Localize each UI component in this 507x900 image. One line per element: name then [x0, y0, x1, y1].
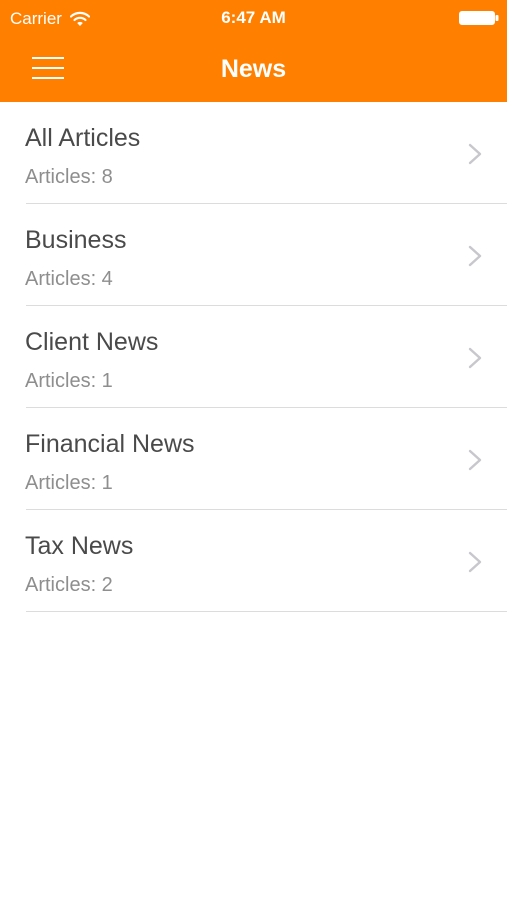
category-row-business[interactable]: Business Articles: 4	[0, 204, 507, 306]
article-count: Articles: 2	[25, 574, 113, 596]
article-count: Articles: 1	[25, 472, 113, 494]
menu-button[interactable]	[24, 50, 72, 86]
page-title: News	[220, 55, 287, 83]
category-row-tax-news[interactable]: Tax News Articles: 2	[0, 510, 507, 612]
article-count: Articles: 1	[25, 370, 113, 392]
status-time: 6:47 AM	[221, 8, 286, 27]
category-list: All Articles Articles: 8 Business Articl…	[0, 102, 507, 612]
hamburger-menu-icon	[32, 57, 64, 79]
category-title: Financial News	[25, 430, 195, 458]
category-title: Client News	[25, 328, 159, 356]
chevron-right-icon	[468, 449, 482, 471]
chevron-right-icon	[468, 347, 482, 369]
battery-full-icon	[459, 11, 499, 25]
category-title: All Articles	[25, 124, 141, 152]
status-bar: Carrier 6:47 AM	[0, 0, 507, 36]
app-header: Carrier 6:47 AM News	[0, 0, 507, 102]
article-count: Articles: 4	[25, 268, 113, 290]
chevron-right-icon	[468, 551, 482, 573]
chevron-right-icon	[468, 143, 482, 165]
category-row-all-articles[interactable]: All Articles Articles: 8	[0, 102, 507, 204]
navigation-bar: News	[0, 36, 507, 102]
category-title: Business	[25, 226, 127, 254]
category-row-financial-news[interactable]: Financial News Articles: 1	[0, 408, 507, 510]
category-title: Tax News	[25, 532, 134, 560]
category-row-client-news[interactable]: Client News Articles: 1	[0, 306, 507, 408]
chevron-right-icon	[468, 245, 482, 267]
article-count: Articles: 8	[25, 166, 113, 188]
